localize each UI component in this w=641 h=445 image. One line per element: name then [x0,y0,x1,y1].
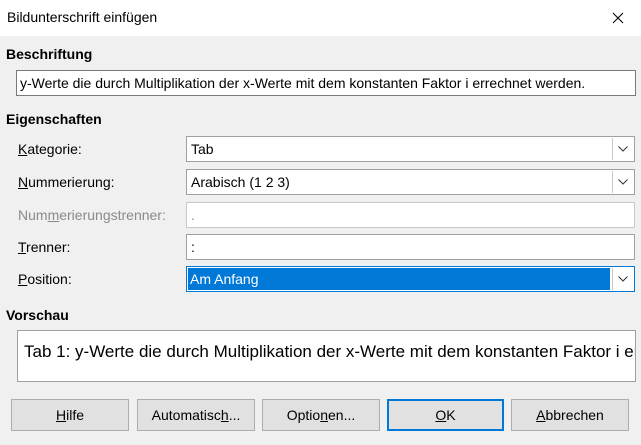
separator-label-text: renner: [26,239,71,255]
help-button-label: ilfe [66,407,85,423]
window-title: Bildunterschrift einfügen [7,9,158,25]
auto-button-label-pre: Automatisc [151,407,221,423]
category-label-mnemonic: K [18,141,28,157]
caption-heading: Beschriftung [6,46,93,62]
cancel-button-label: bbrechen [545,407,604,423]
position-value: Am Anfang [188,268,610,290]
options-button-mnemonic: n [320,407,328,423]
numbering-separator-label-pre: Num [18,207,48,223]
separator-label-mnemonic: T [18,239,27,255]
separator-label: Trenner: [18,239,70,255]
position-label-text: osition: [27,271,72,287]
preview-box: Tab 1: y-Werte die durch Multiplikation … [17,330,636,382]
ok-button-mnemonic: O [435,407,447,423]
options-button-label-post: en... [328,407,356,423]
numbering-separator-label-mnemonic: m [47,207,60,223]
numbering-value: Arabisch (1 2 3) [191,174,290,190]
auto-button-label-post: ... [228,407,241,423]
ok-button-label: K [446,407,456,423]
numbering-dropdown-button[interactable] [612,171,633,193]
preview-heading: Vorschau [6,307,69,323]
auto-button-mnemonic: h [220,407,229,423]
help-button[interactable]: Hilfe [11,399,129,431]
numbering-label: Nummerierung: [18,174,115,190]
chevron-down-icon [618,146,628,152]
category-label: Kategorie: [18,141,82,157]
position-label-mnemonic: P [18,271,28,287]
category-combobox[interactable]: Tab [186,136,635,162]
separator-input[interactable]: : [186,234,635,260]
close-icon [612,12,624,24]
category-dropdown-button[interactable] [612,138,633,160]
close-button[interactable] [595,0,641,36]
numbering-separator-input: . [186,202,635,228]
numbering-separator-label: Nummerierungstrenner: [18,207,166,223]
numbering-label-text: ummerierung: [28,174,115,190]
help-button-mnemonic: H [55,407,67,423]
ok-button[interactable]: OK [387,399,504,431]
position-combobox[interactable]: Am Anfang [186,266,635,292]
cancel-button-mnemonic: A [536,407,546,423]
category-label-text: ategorie: [27,141,82,157]
numbering-separator-label-post: erierungstrenner: [59,207,166,223]
options-button[interactable]: Optio n en... [262,399,380,431]
numbering-label-mnemonic: N [18,174,29,190]
caption-input[interactable]: y-Werte die durch Multiplikation der x-W… [16,70,636,96]
category-value: Tab [191,141,214,157]
position-dropdown-button[interactable] [612,268,633,290]
title-bar: Bildunterschrift einfügen [0,0,641,36]
options-button-label-pre: Optio [286,407,321,423]
auto-button[interactable]: Automatisc h... [137,399,255,431]
cancel-button[interactable]: Abbrechen [511,399,629,431]
position-label: Position: [18,271,72,287]
chevron-down-icon [618,276,628,282]
chevron-down-icon [618,179,628,185]
numbering-combobox[interactable]: Arabisch (1 2 3) [186,169,635,195]
properties-heading: Eigenschaften [6,111,102,127]
